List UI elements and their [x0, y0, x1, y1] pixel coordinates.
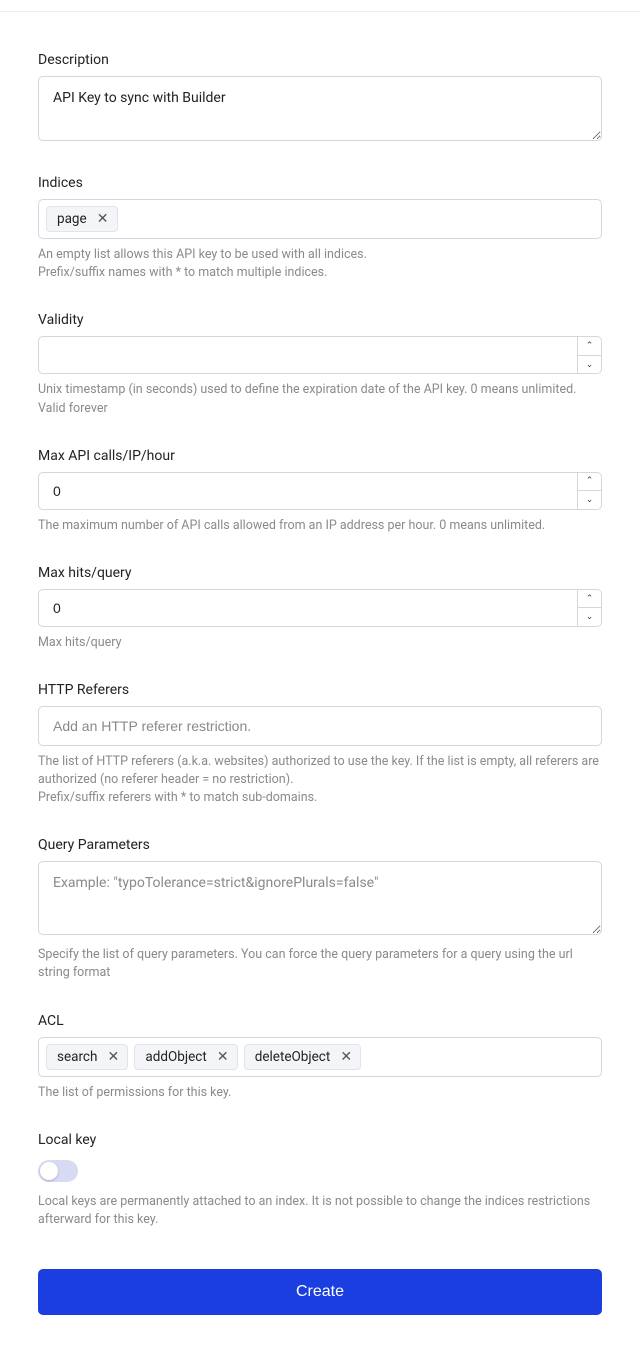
validity-input[interactable]: [39, 337, 577, 373]
top-divider: [0, 0, 640, 12]
close-icon[interactable]: ✕: [338, 1049, 354, 1065]
validity-field: Validity ⌃ ⌄ Unix timestamp (in seconds)…: [38, 312, 602, 417]
acl-tag: search ✕: [46, 1044, 128, 1070]
max-calls-stepper: ⌃ ⌄: [577, 473, 601, 509]
local-key-label: Local key: [38, 1132, 602, 1148]
tag-label: addObject: [145, 1049, 206, 1065]
validity-stepper: ⌃ ⌄: [577, 337, 601, 373]
indices-tag: page ✕: [46, 206, 118, 232]
acl-label: ACL: [38, 1013, 602, 1029]
validity-input-wrap: ⌃ ⌄: [38, 336, 602, 374]
toggle-knob: [40, 1162, 58, 1180]
local-key-toggle[interactable]: [38, 1160, 78, 1182]
chevron-up-icon[interactable]: ⌃: [578, 473, 601, 492]
query-params-textarea[interactable]: [38, 861, 602, 935]
max-calls-input-wrap: ⌃ ⌄: [38, 472, 602, 510]
api-key-form: Description Indices page ✕ An empty list…: [0, 12, 640, 1345]
chevron-up-icon[interactable]: ⌃: [578, 337, 601, 356]
close-icon[interactable]: ✕: [105, 1049, 121, 1065]
max-hits-help: Max hits/query: [38, 634, 602, 652]
http-referers-help: The list of HTTP referers (a.k.a. websit…: [38, 753, 602, 807]
max-hits-stepper: ⌃ ⌄: [577, 590, 601, 626]
acl-help: The list of permissions for this key.: [38, 1084, 602, 1102]
max-hits-input-wrap: ⌃ ⌄: [38, 589, 602, 627]
max-hits-label: Max hits/query: [38, 565, 602, 581]
max-hits-input[interactable]: [39, 590, 577, 626]
max-calls-label: Max API calls/IP/hour: [38, 448, 602, 464]
http-referers-input[interactable]: [38, 706, 602, 746]
validity-help: Unix timestamp (in seconds) used to defi…: [38, 381, 602, 417]
query-params-help: Specify the list of query parameters. Yo…: [38, 946, 602, 982]
local-key-field: Local key Local keys are permanently att…: [38, 1132, 602, 1229]
indices-label: Indices: [38, 175, 602, 191]
max-hits-field: Max hits/query ⌃ ⌄ Max hits/query: [38, 565, 602, 652]
acl-field: ACL search ✕ addObject ✕ deleteObject ✕ …: [38, 1013, 602, 1102]
local-key-help: Local keys are permanently attached to a…: [38, 1193, 602, 1229]
acl-tag: deleteObject ✕: [244, 1044, 362, 1070]
description-field: Description: [38, 52, 602, 145]
tag-label: deleteObject: [255, 1049, 331, 1065]
close-icon[interactable]: ✕: [215, 1049, 231, 1065]
chevron-up-icon[interactable]: ⌃: [578, 590, 601, 609]
description-textarea[interactable]: [38, 76, 602, 141]
max-calls-field: Max API calls/IP/hour ⌃ ⌄ The maximum nu…: [38, 448, 602, 535]
indices-field: Indices page ✕ An empty list allows this…: [38, 175, 602, 282]
description-label: Description: [38, 52, 602, 68]
http-referers-label: HTTP Referers: [38, 682, 602, 698]
chevron-down-icon[interactable]: ⌄: [578, 608, 601, 626]
acl-tags-input[interactable]: search ✕ addObject ✕ deleteObject ✕: [38, 1037, 602, 1077]
max-calls-help: The maximum number of API calls allowed …: [38, 517, 602, 535]
validity-label: Validity: [38, 312, 602, 328]
chevron-down-icon[interactable]: ⌄: [578, 356, 601, 374]
http-referers-field: HTTP Referers The list of HTTP referers …: [38, 682, 602, 807]
query-params-field: Query Parameters Specify the list of que…: [38, 837, 602, 982]
indices-tags-input[interactable]: page ✕: [38, 199, 602, 239]
query-params-label: Query Parameters: [38, 837, 602, 853]
acl-tag: addObject ✕: [134, 1044, 237, 1070]
tag-label: page: [57, 211, 87, 227]
close-icon[interactable]: ✕: [95, 211, 111, 227]
chevron-down-icon[interactable]: ⌄: [578, 491, 601, 509]
create-button[interactable]: Create: [38, 1269, 602, 1315]
tag-label: search: [57, 1049, 97, 1065]
max-calls-input[interactable]: [39, 473, 577, 509]
indices-help: An empty list allows this API key to be …: [38, 246, 602, 282]
